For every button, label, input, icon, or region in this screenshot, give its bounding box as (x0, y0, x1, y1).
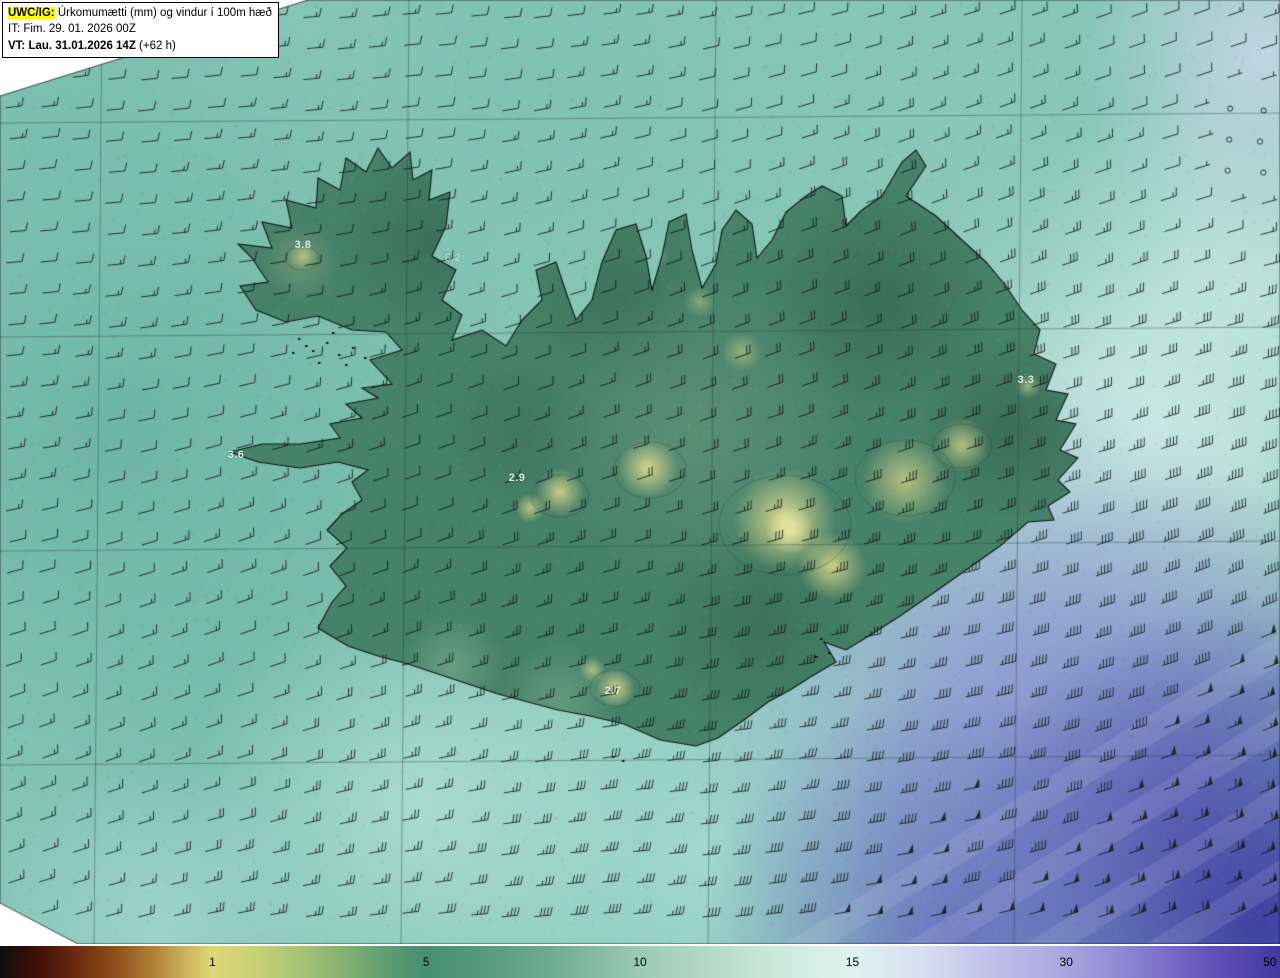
colorbar-tick-label: 1 (209, 955, 216, 969)
product-title: Úrkomumætti (mm) og vindur í 100m hæð (55, 7, 272, 19)
colorbar-tick-label: 50 (1263, 955, 1276, 969)
weather-map-page: 3.8 8.2 3.6 2.9 3.3 2.7 UWC/IG: Úrkomumætti (… (0, 0, 1280, 978)
colorbar-tick-label: 30 (1060, 955, 1073, 969)
valid-time-offset: (+62 h) (136, 40, 176, 52)
init-time-line: IT: Fim. 29. 01. 2026 00Z (8, 21, 272, 37)
valid-time-line: VT: Lau. 31.01.2026 14Z (+62 h) (8, 38, 272, 54)
valid-time: VT: Lau. 31.01.2026 14Z (8, 40, 136, 52)
colorbar-tick-label: 5 (423, 955, 430, 969)
header-line-1: UWC/IG: Úrkomumætti (mm) og vindur í 100… (8, 5, 272, 21)
colorbar-tick-label: 15 (846, 955, 859, 969)
product-header: UWC/IG: Úrkomumætti (mm) og vindur í 100… (2, 2, 279, 58)
weather-field-canvas (0, 0, 1280, 944)
product-code: UWC/IG: (8, 7, 55, 19)
precip-colorbar: 1 5 10 15 30 50 (0, 946, 1280, 978)
colorbar-tick-label: 10 (633, 955, 646, 969)
